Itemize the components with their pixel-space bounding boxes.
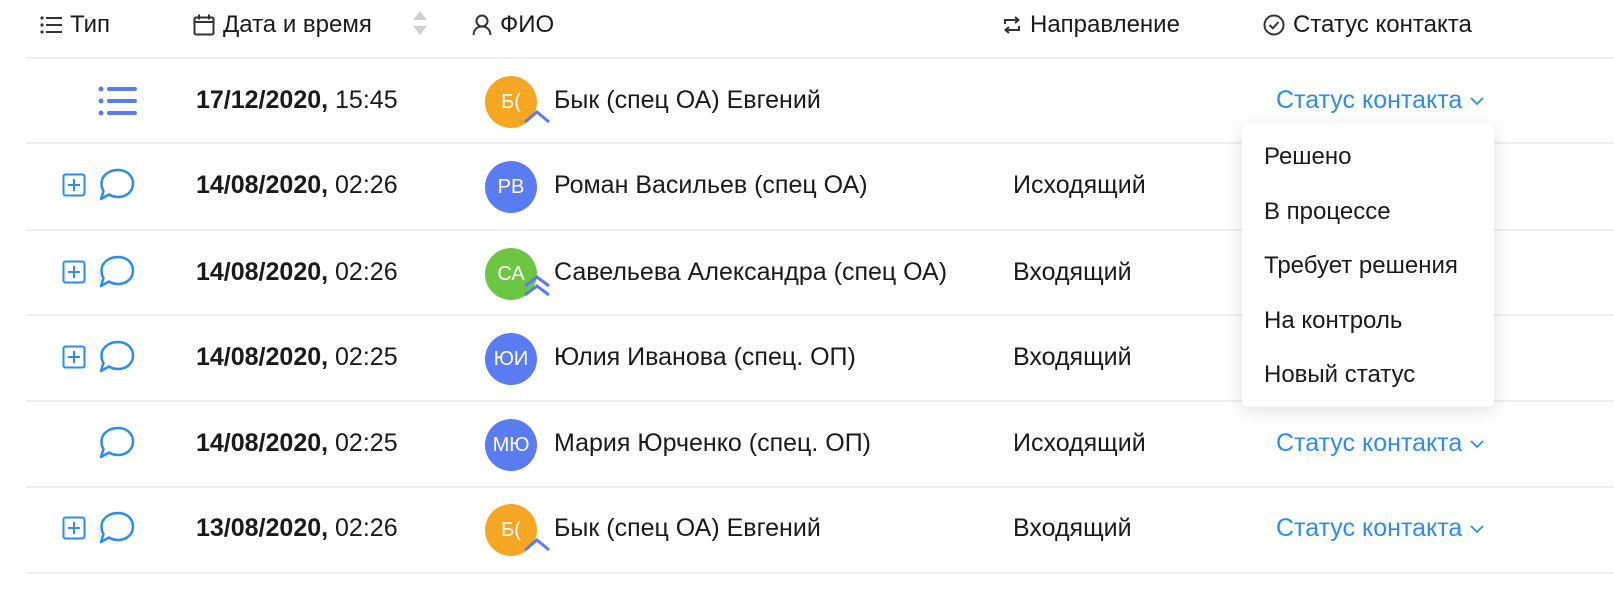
task-list-icon[interactable]: [98, 86, 138, 116]
date-text: 17/12/2020,: [196, 86, 329, 114]
chat-bubble-icon[interactable]: [98, 425, 136, 461]
datetime-cell: 17/12/2020, 15:45: [196, 86, 398, 115]
chevron-down-icon: [1470, 524, 1484, 533]
chevron-down-icon: [1470, 96, 1484, 105]
status-option-resolved[interactable]: Решено: [1264, 143, 1352, 171]
list-icon: [40, 16, 62, 34]
avatar: ЮИ: [485, 333, 537, 385]
avatar-initials: РВ: [497, 175, 525, 198]
add-square-icon[interactable]: [62, 173, 86, 197]
avatar-initials: СА: [497, 262, 525, 285]
avatar-initials: Б(: [501, 90, 521, 113]
status-label: Статус контакта: [1276, 514, 1463, 542]
table-row[interactable]: 14/08/2020, 02:25 МЮ Мария Юрченко (спец…: [0, 401, 1614, 487]
datetime-cell: 14/08/2020, 02:25: [196, 343, 398, 372]
contact-name[interactable]: Савельева Александра (спец ОА): [554, 258, 947, 287]
type-cell: [58, 143, 140, 229]
contact-name[interactable]: Мария Юрченко (спец. ОП): [554, 429, 871, 458]
contact-name[interactable]: Роман Васильев (спец ОА): [554, 171, 868, 200]
type-cell: [58, 230, 140, 316]
column-direction[interactable]: Направление: [1002, 10, 1180, 40]
direction-text: Входящий: [1013, 258, 1132, 286]
chat-bubble-icon[interactable]: [98, 167, 136, 203]
double-chevron-up-icon: [524, 275, 550, 297]
chevron-up-icon: [524, 110, 550, 124]
row-divider: [26, 572, 1614, 574]
user-icon: [472, 14, 492, 36]
chevron-up-icon: [524, 538, 550, 552]
time-text: 02:25: [335, 343, 398, 371]
chevron-down-icon: [1470, 439, 1484, 448]
time-text: 02:26: [335, 171, 398, 199]
datetime-cell: 14/08/2020, 02:26: [196, 258, 398, 287]
column-datetime[interactable]: Дата и время: [193, 10, 372, 40]
direction-text: Исходящий: [1013, 171, 1146, 199]
add-square-icon[interactable]: [62, 260, 86, 284]
date-text: 14/08/2020,: [196, 343, 329, 371]
time-text: 15:45: [335, 86, 398, 114]
contact-name[interactable]: Юлия Иванова (спец. ОП): [554, 343, 856, 372]
type-cell: [58, 315, 140, 401]
add-square-icon[interactable]: [62, 345, 86, 369]
avatar: МЮ: [485, 419, 537, 471]
chat-bubble-icon[interactable]: [98, 339, 136, 375]
status-option-needs-resolution[interactable]: Требует решения: [1264, 252, 1458, 280]
status-label: Статус контакта: [1276, 86, 1463, 114]
column-type[interactable]: Тип: [40, 10, 110, 40]
date-text: 14/08/2020,: [196, 171, 329, 199]
status-dropdown[interactable]: Статус контакта: [1276, 429, 1484, 458]
avatar: РВ: [485, 161, 537, 213]
avatar-initials: ЮИ: [493, 347, 529, 370]
time-text: 02:26: [335, 258, 398, 286]
status-dropdown[interactable]: Статус контакта: [1276, 514, 1484, 543]
direction-text: Входящий: [1013, 343, 1132, 371]
table-header: Тип Дата и время ФИО Направление Статус …: [0, 0, 1614, 58]
chat-bubble-icon[interactable]: [98, 254, 136, 290]
type-cell: [58, 58, 140, 144]
column-name[interactable]: ФИО: [472, 10, 554, 40]
status-option-new[interactable]: Новый статус: [1264, 361, 1415, 389]
avatar-initials: Б(: [501, 518, 521, 541]
status-dropdown[interactable]: Статус контакта: [1276, 86, 1484, 115]
datetime-cell: 14/08/2020, 02:25: [196, 429, 398, 458]
type-cell: [58, 486, 140, 572]
chat-bubble-icon[interactable]: [98, 510, 136, 546]
column-type-label: Тип: [70, 11, 111, 38]
type-cell: [58, 401, 140, 487]
contact-name[interactable]: Бык (спец ОА) Евгений: [554, 86, 821, 115]
column-datetime-label: Дата и время: [223, 11, 372, 38]
column-name-label: ФИО: [500, 11, 555, 38]
table-row[interactable]: 13/08/2020, 02:26 Б( Бык (спец ОА) Евген…: [0, 486, 1614, 572]
direction-text: Исходящий: [1013, 429, 1146, 457]
date-text: 14/08/2020,: [196, 258, 329, 286]
direction-text: Входящий: [1013, 514, 1132, 542]
column-status[interactable]: Статус контакта: [1263, 10, 1472, 40]
date-text: 13/08/2020,: [196, 514, 329, 542]
repeat-icon: [1003, 16, 1021, 34]
status-option-on-control[interactable]: На контроль: [1264, 307, 1402, 335]
add-square-icon[interactable]: [62, 516, 86, 540]
status-label: Статус контакта: [1276, 429, 1463, 457]
status-option-in-progress[interactable]: В процессе: [1264, 198, 1391, 226]
calendar-icon: [193, 14, 215, 36]
time-text: 02:26: [335, 514, 398, 542]
avatar-initials: МЮ: [492, 433, 530, 456]
column-status-label: Статус контакта: [1293, 11, 1472, 38]
check-circle-icon: [1263, 14, 1285, 36]
datetime-cell: 13/08/2020, 02:26: [196, 514, 398, 543]
time-text: 02:25: [335, 429, 398, 457]
contact-name[interactable]: Бык (спец ОА) Евгений: [554, 514, 821, 543]
status-dropdown-menu: Решено В процессе Требует решения На кон…: [1242, 123, 1494, 407]
datetime-cell: 14/08/2020, 02:26: [196, 171, 398, 200]
sort-icon[interactable]: [412, 10, 428, 36]
column-direction-label: Направление: [1030, 11, 1180, 38]
date-text: 14/08/2020,: [196, 429, 329, 457]
